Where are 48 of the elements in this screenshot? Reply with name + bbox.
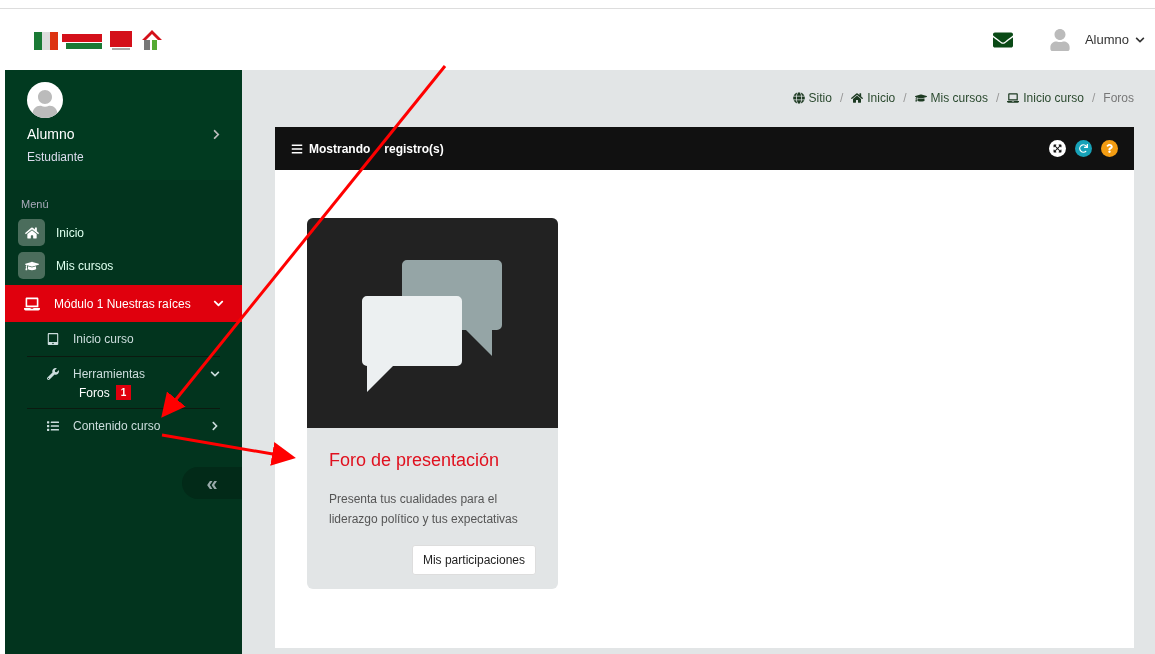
menu-heading: Menú (20, 197, 50, 212)
breadcrumb-separator: / (839, 91, 844, 105)
menu-item[interactable]: Inicio (5, 216, 242, 249)
help-button[interactable] (1101, 140, 1118, 157)
expand-icon (1053, 144, 1062, 153)
breadcrumb-link[interactable]: Sitio (792, 91, 832, 105)
current-page-label: Foros (1103, 91, 1134, 105)
collapse-button[interactable]: « (182, 467, 242, 499)
profile-name[interactable]: Alumno (27, 126, 75, 142)
graduation-cap-icon (18, 252, 45, 279)
breadcrumb-separator: / (995, 91, 1000, 105)
fullscreen-button[interactable] (1049, 140, 1066, 157)
chevron-down-icon (1135, 34, 1145, 45)
count-badge: 1 (115, 385, 132, 400)
participations-button[interactable]: Mis participaciones (411, 545, 536, 575)
chevron-right-icon[interactable] (211, 128, 222, 140)
breadcrumb-link[interactable]: Mis cursos (914, 91, 988, 105)
wrench-icon (47, 368, 59, 380)
house-icon (851, 92, 864, 104)
submenu-item[interactable]: Contenido curso (27, 409, 220, 443)
breadcrumb-link[interactable]: Inicio curso (1007, 91, 1084, 105)
laptop-icon (24, 295, 40, 312)
card-description: Presenta tus cualidades para el liderazgo político y tus expectativas (329, 491, 519, 528)
question-mark-icon (1105, 144, 1114, 153)
user-menu[interactable]: Alumno (1084, 32, 1145, 47)
breadcrumb-separator: / (903, 91, 907, 105)
panel-title: Mostrando (309, 141, 371, 156)
user-avatar-icon (1048, 28, 1071, 51)
breadcrumb-separator: / (1091, 91, 1096, 105)
laptop-icon (1007, 92, 1020, 104)
avatar-icon (27, 82, 63, 118)
list-icon (291, 142, 303, 155)
breadcrumb-link[interactable]: Inicio (851, 91, 896, 105)
tablet-icon (47, 333, 59, 345)
menu-item[interactable]: Módulo 1 Nuestras raíces (5, 285, 242, 322)
menu-item[interactable]: Mis cursos (5, 249, 242, 282)
globe-icon (792, 92, 805, 104)
graduation-cap-icon (914, 92, 927, 104)
refresh-icon (1079, 144, 1088, 153)
refresh-button[interactable] (1075, 140, 1092, 157)
list-icon (47, 420, 59, 432)
card-title: Foro de presentación (329, 450, 501, 471)
house-icon (18, 219, 45, 246)
chevron-down-icon (213, 298, 224, 309)
submenu-item[interactable]: Inicio curso (27, 322, 220, 357)
submenu-item[interactable]: Foros 1 (27, 385, 220, 400)
panel-title: registro(s) (384, 141, 444, 156)
profile-role: Estudiante (27, 150, 85, 164)
